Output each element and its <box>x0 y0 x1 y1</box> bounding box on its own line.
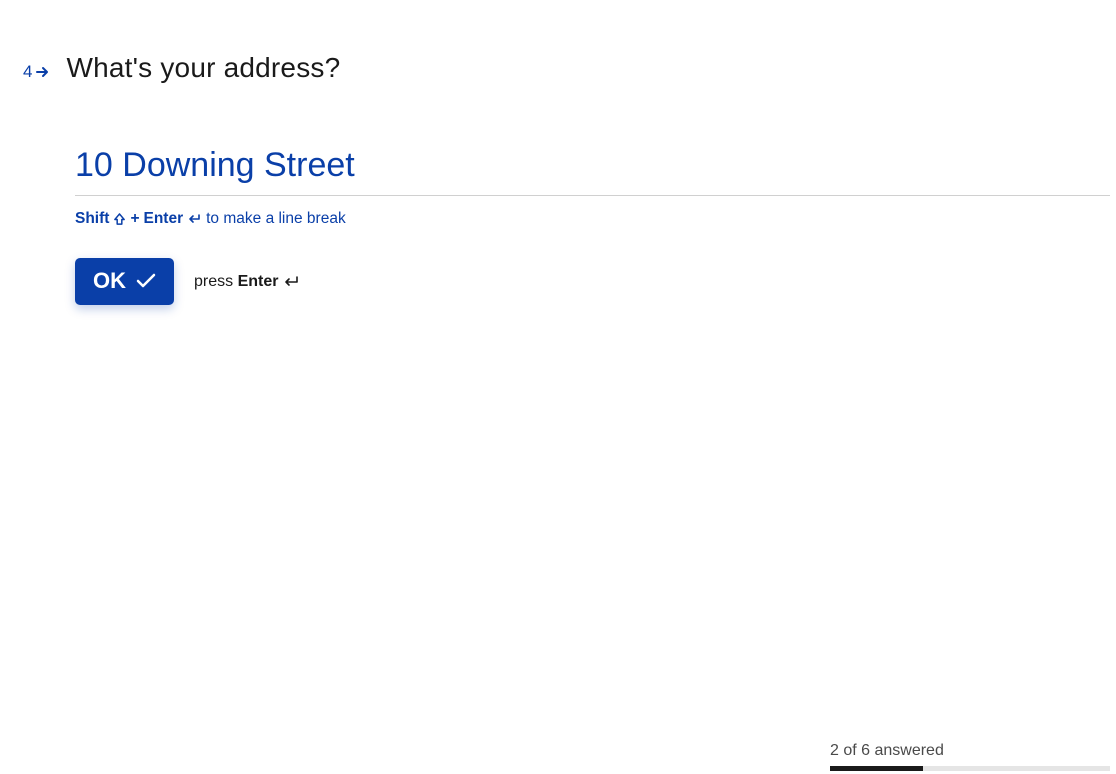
address-input[interactable] <box>75 146 1110 196</box>
ok-button[interactable]: OK <box>75 258 174 305</box>
progress-bar <box>830 766 1110 771</box>
question-content: Shift + Enter to make a line break OK <box>75 146 1110 305</box>
linebreak-hint: Shift + Enter to make a line break <box>75 210 1110 228</box>
progress-fill <box>830 766 923 771</box>
progress-container: 2 of 6 answered <box>830 742 1110 771</box>
question-number-value: 4 <box>23 62 32 82</box>
shift-icon <box>113 213 126 226</box>
question-header: 4 What's your address? <box>23 52 1110 84</box>
arrow-right-icon <box>36 66 50 78</box>
press-enter-key: Enter <box>238 273 279 290</box>
ok-button-label: OK <box>93 268 126 294</box>
question-number: 4 <box>23 62 50 82</box>
question-container: 4 What's your address? Shift + Enter <box>23 52 1110 305</box>
check-icon <box>136 273 156 289</box>
enter-key-icon <box>283 275 300 288</box>
press-enter-hint: press Enter <box>194 273 300 291</box>
progress-label: 2 of 6 answered <box>830 742 1110 760</box>
hint-tail: to make a line break <box>206 210 346 228</box>
action-row: OK press Enter <box>75 258 1110 305</box>
enter-icon <box>187 213 202 225</box>
press-text: press <box>194 273 238 290</box>
hint-plus: + <box>130 210 139 228</box>
hint-enter-key: Enter <box>144 210 184 228</box>
question-title: What's your address? <box>66 52 340 84</box>
hint-shift-key: Shift <box>75 210 109 228</box>
